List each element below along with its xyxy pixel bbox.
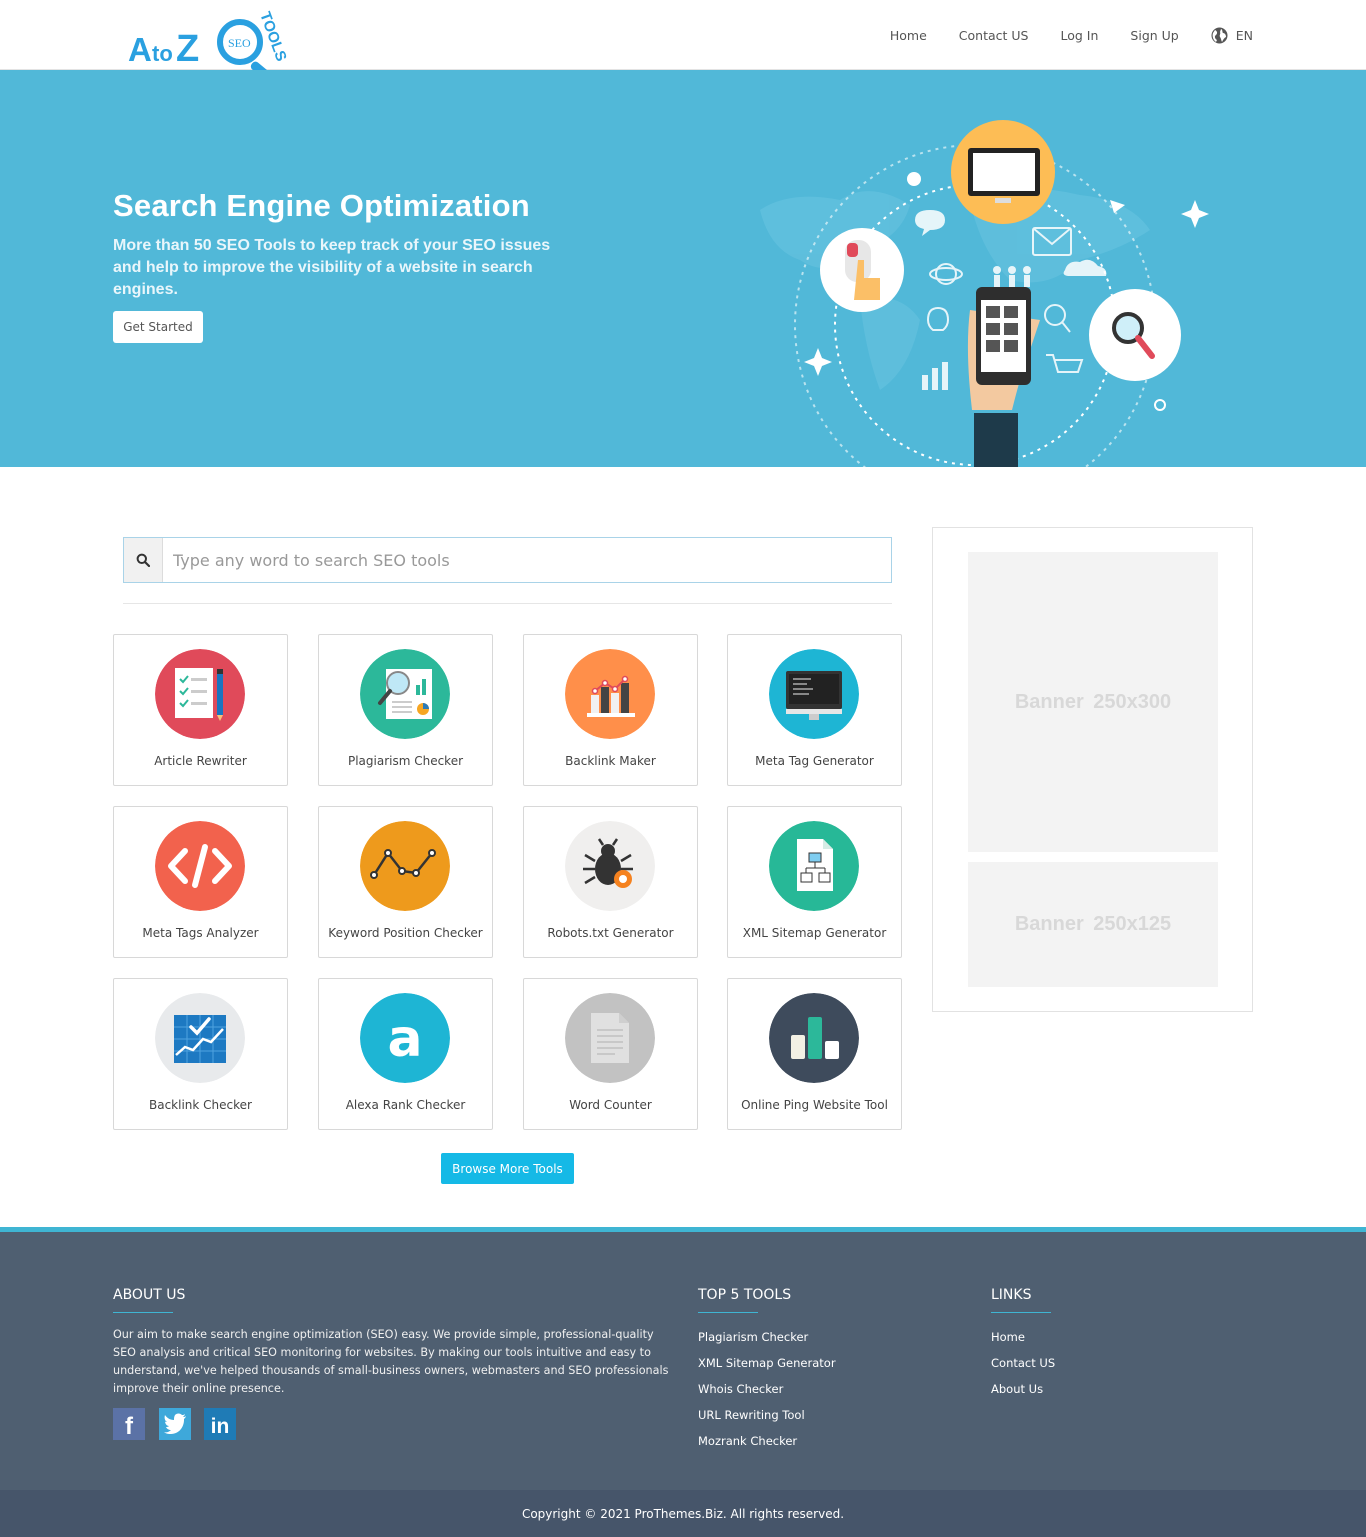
tool-label: XML Sitemap Generator (742, 926, 887, 940)
footer-link-about-us[interactable]: About Us (991, 1380, 1055, 1406)
tool-card-xml-sitemap-generator[interactable]: XML Sitemap Generator (727, 806, 902, 958)
tool-label: Meta Tag Generator (755, 754, 874, 768)
search-divider (123, 603, 892, 604)
tool-label: Robots.txt Generator (547, 926, 674, 940)
facebook-icon[interactable]: f (113, 1408, 145, 1440)
svg-text:f: f (125, 1413, 134, 1440)
tool-card-online-ping-website-tool[interactable]: Online Ping Website Tool (727, 978, 902, 1130)
nav-contact-us[interactable]: Contact US (959, 28, 1029, 43)
alexa-icon: a (360, 993, 450, 1083)
banner-250x125[interactable]: Banner 250x125 (968, 862, 1218, 987)
globe-icon (1211, 27, 1228, 43)
twitter-icon[interactable] (159, 1408, 191, 1440)
nav-log-in[interactable]: Log In (1061, 28, 1099, 43)
svg-text:Z: Z (176, 28, 199, 70)
tool-label: Article Rewriter (154, 754, 247, 768)
line-graph-icon (360, 821, 450, 911)
footer-link-home[interactable]: Home (991, 1328, 1055, 1354)
chart-board-icon (155, 993, 245, 1083)
code-icon (155, 821, 245, 911)
heading-underline (698, 1312, 758, 1313)
meta-tag-generator-icon (769, 649, 859, 739)
banner-250x300[interactable]: Banner 250x300 (968, 552, 1218, 852)
svg-text:a: a (387, 1009, 422, 1069)
article-rewriter-icon (155, 649, 245, 739)
tool-label: Online Ping Website Tool (741, 1098, 888, 1112)
tool-card-meta-tags-analyzer[interactable]: Meta Tags Analyzer (113, 806, 288, 958)
heading-underline (113, 1312, 173, 1313)
nav-home[interactable]: Home (890, 28, 927, 43)
language-label: EN (1235, 27, 1253, 43)
top-tools-list: Plagiarism Checker XML Sitemap Generator… (698, 1328, 836, 1458)
tool-card-article-rewriter[interactable]: Article Rewriter (113, 634, 288, 786)
tool-label: Word Counter (569, 1098, 652, 1112)
browse-more-tools-button[interactable]: Browse More Tools (441, 1153, 574, 1184)
tool-card-word-counter[interactable]: Word Counter (523, 978, 698, 1130)
about-us-text: Our aim to make search engine optimizati… (113, 1328, 669, 1395)
hero-section: Search Engine Optimization More than 50 … (0, 70, 1366, 467)
site-footer: ABOUT US Our aim to make search engine o… (0, 1232, 1366, 1490)
svg-text:to: to (152, 41, 173, 66)
tool-card-robots-txt-generator[interactable]: Robots.txt Generator (523, 806, 698, 958)
tool-label: Meta Tags Analyzer (142, 926, 259, 940)
bug-icon (565, 821, 655, 911)
footer-tool-link[interactable]: URL Rewriting Tool (698, 1406, 836, 1432)
search-input[interactable] (163, 538, 891, 582)
footer-link-contact-us[interactable]: Contact US (991, 1354, 1055, 1380)
svg-text:in: in (211, 1415, 230, 1438)
footer-tool-link[interactable]: Plagiarism Checker (698, 1328, 836, 1354)
bar-chart-icon (769, 993, 859, 1083)
tool-search-bar (123, 537, 892, 583)
footer-tool-link[interactable]: Mozrank Checker (698, 1432, 836, 1458)
main-nav: Home Contact US Log In Sign Up EN (858, 0, 1253, 70)
tool-label: Backlink Checker (149, 1098, 252, 1112)
language-selector[interactable]: EN (1211, 27, 1253, 44)
tool-card-keyword-position-checker[interactable]: Keyword Position Checker (318, 806, 493, 958)
document-icon (565, 993, 655, 1083)
copyright-bar: Copyright © 2021 ProThemes.Biz. All righ… (0, 1490, 1366, 1537)
nav-sign-up[interactable]: Sign Up (1130, 28, 1178, 43)
footer-links-list: Home Contact US About Us (991, 1328, 1055, 1406)
hero-subtitle: More than 50 SEO Tools to keep track of … (113, 237, 551, 298)
top-tools-heading: TOP 5 TOOLS (698, 1287, 792, 1303)
tool-card-meta-tag-generator[interactable]: Meta Tag Generator (727, 634, 902, 786)
svg-text:A: A (128, 31, 152, 68)
tool-label: Keyword Position Checker (328, 926, 483, 940)
tool-label: Backlink Maker (565, 754, 656, 768)
search-icon[interactable] (124, 538, 163, 582)
links-heading: LINKS (991, 1287, 1032, 1303)
sidebar-ads: Banner 250x300 Banner 250x125 (932, 527, 1253, 1012)
tool-card-backlink-maker[interactable]: Backlink Maker (523, 634, 698, 786)
tool-card-backlink-checker[interactable]: Backlink Checker (113, 978, 288, 1130)
footer-tool-link[interactable]: Whois Checker (698, 1380, 836, 1406)
get-started-button[interactable]: Get Started (113, 311, 203, 343)
sitemap-file-icon (769, 821, 859, 911)
about-us-heading: ABOUT US (113, 1287, 186, 1303)
hero-title: Search Engine Optimization (113, 188, 530, 223)
tool-card-plagiarism-checker[interactable]: Plagiarism Checker (318, 634, 493, 786)
tool-card-alexa-rank-checker[interactable]: a Alexa Rank Checker (318, 978, 493, 1130)
backlink-maker-icon (565, 649, 655, 739)
linkedin-icon[interactable]: in (204, 1408, 236, 1440)
site-header: A to Z SEO TOOLS Home Contact US Log In … (0, 0, 1366, 79)
seo-illustration (760, 120, 1209, 467)
plagiarism-checker-icon (360, 649, 450, 739)
svg-text:SEO: SEO (228, 36, 251, 50)
footer-tool-link[interactable]: XML Sitemap Generator (698, 1354, 836, 1380)
tool-label: Plagiarism Checker (347, 754, 464, 768)
tool-label: Alexa Rank Checker (345, 1098, 466, 1112)
heading-underline (991, 1312, 1051, 1313)
